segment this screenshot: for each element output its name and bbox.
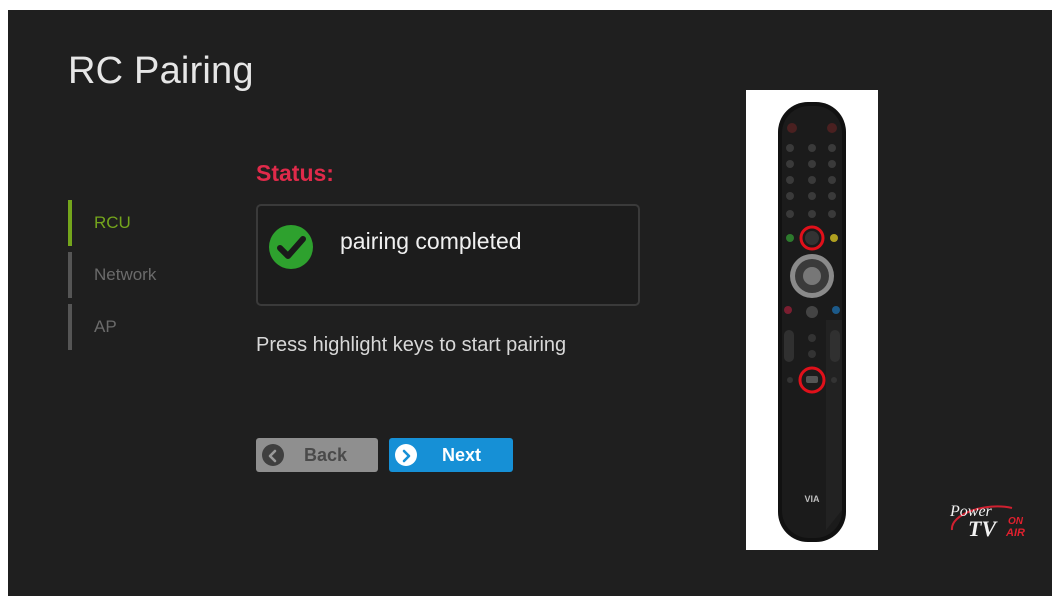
step-rcu[interactable]: RCU bbox=[68, 200, 156, 246]
back-button[interactable]: Back bbox=[256, 438, 378, 472]
step-ap[interactable]: AP bbox=[68, 304, 156, 350]
logo-air: AIR bbox=[1005, 527, 1025, 539]
pairing-instruction: Press highlight keys to start pairing bbox=[256, 334, 567, 356]
logo-on: ON bbox=[1008, 516, 1024, 527]
step-indicator-bar bbox=[68, 200, 72, 246]
back-button-label: Back bbox=[304, 445, 348, 465]
step-label: RCU bbox=[94, 213, 131, 232]
remote-brand-label: VIA bbox=[804, 494, 820, 504]
step-label: AP bbox=[94, 317, 117, 336]
status-box: pairing completed bbox=[256, 204, 640, 306]
step-indicator-bar bbox=[68, 304, 72, 350]
remote-control-illustration: VIA bbox=[778, 102, 846, 542]
chevron-left-icon bbox=[262, 444, 284, 466]
remote-control-image: VIA bbox=[746, 90, 878, 550]
status-message: pairing completed bbox=[340, 228, 522, 254]
step-indicator-bar bbox=[68, 252, 72, 298]
page-title: RC Pairing bbox=[68, 50, 254, 92]
step-network[interactable]: Network bbox=[68, 252, 156, 298]
step-label: Network bbox=[94, 265, 157, 284]
chevron-right-icon bbox=[395, 444, 417, 466]
next-button[interactable]: Next bbox=[389, 438, 513, 472]
step-nav: RCU Network AP bbox=[68, 200, 156, 356]
next-button-label: Next bbox=[442, 445, 482, 465]
status-label: Status: bbox=[256, 160, 334, 186]
powertv-logo: Power TV ON AIR bbox=[949, 503, 1025, 541]
tv-screen: RC Pairing RCU Network AP Status: pairin… bbox=[8, 10, 1052, 596]
check-circle-icon bbox=[269, 225, 313, 269]
logo-line2: TV bbox=[968, 516, 998, 541]
